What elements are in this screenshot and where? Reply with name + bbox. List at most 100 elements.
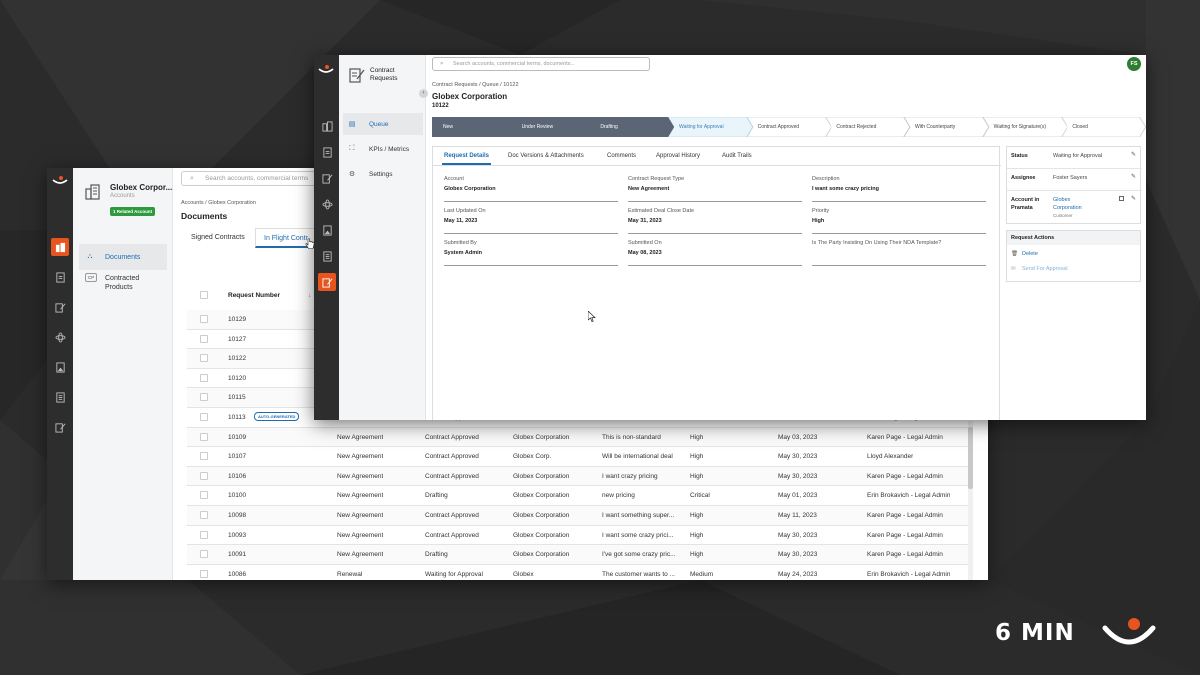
- row-checkbox[interactable]: [200, 550, 208, 559]
- row-checkbox[interactable]: [200, 452, 208, 461]
- cell-status: Drafting: [425, 492, 448, 500]
- row-checkbox[interactable]: [200, 393, 208, 402]
- cell-request-number: 10107: [228, 453, 247, 461]
- sidebar-item-kpis[interactable]: ⛶ KPIs / Metrics: [343, 138, 423, 160]
- accounts-nav-icon[interactable]: [51, 238, 69, 256]
- row-checkbox[interactable]: [200, 373, 208, 382]
- cell-status: Drafting: [425, 551, 448, 559]
- table-scrollbar[interactable]: [968, 421, 973, 580]
- sidebar-item-contracted-products[interactable]: CP Contracted Products: [79, 272, 167, 298]
- row-checkbox[interactable]: [200, 334, 208, 343]
- cell-status: Contract Approved: [425, 512, 479, 519]
- collapse-sidebar-button[interactable]: ‹: [419, 89, 428, 98]
- cell-owner: Karen Page - Legal Admin: [867, 551, 943, 559]
- step-under-review: Under Review: [510, 117, 596, 137]
- tab-audit-trails[interactable]: Audit Trails: [722, 147, 752, 165]
- contract-request-window: Contract Requests ▤ Queue ⛶ KPIs / Metri…: [314, 55, 1146, 420]
- sidebar-item-documents[interactable]: ⛬ Documents: [79, 244, 167, 270]
- row-checkbox[interactable]: [200, 432, 208, 441]
- status-stepper: New Under Review Drafting Waiting for Appro…: [432, 117, 1146, 137]
- step-label: Closed: [1072, 124, 1088, 130]
- table-row[interactable]: 10091 New Agreement Drafting Globex Corpora…: [187, 545, 972, 565]
- row-checkbox[interactable]: [200, 315, 208, 323]
- cell-account: Globex Corporation: [513, 551, 570, 559]
- sidebar-item-settings[interactable]: ⚙ Settings: [343, 163, 423, 185]
- send-for-approval-button[interactable]: ✉ Send For Approval: [1011, 266, 1068, 272]
- row-checkbox[interactable]: [200, 569, 208, 578]
- sidebar-item-queue[interactable]: ▤ Queue: [343, 113, 423, 135]
- atom-nav-icon[interactable]: [318, 195, 336, 213]
- tab-doc-versions[interactable]: Doc Versions & Attachments: [508, 147, 584, 165]
- cell-date: May 30, 2023: [778, 551, 818, 559]
- hand-cursor-icon: [305, 238, 315, 249]
- trash-icon: 🗑: [1011, 251, 1018, 257]
- cell-account: Globex Corporation: [513, 492, 570, 500]
- sidebar-item-label: Documents: [105, 253, 141, 261]
- cell-desc: I've got some crazy pric...: [602, 551, 676, 559]
- table-row[interactable]: 10086 Renewal Waiting for Approval Globex Th…: [187, 565, 972, 580]
- image-nav-icon[interactable]: [51, 358, 69, 376]
- row-checkbox[interactable]: [200, 491, 208, 500]
- external-link-icon[interactable]: [1119, 196, 1124, 201]
- delete-button[interactable]: 🗑 Delete: [1011, 251, 1038, 257]
- row-checkbox[interactable]: [200, 354, 208, 363]
- contract-nav-icon[interactable]: [318, 273, 336, 291]
- edit-document-nav-icon[interactable]: [318, 169, 336, 187]
- tab-signed-contracts[interactable]: Signed Contracts: [191, 228, 245, 248]
- table-row[interactable]: 10107 New Agreement Contract Approved Globe…: [187, 447, 972, 467]
- table-row[interactable]: 10106 New Agreement Contract Approved Globe…: [187, 466, 972, 487]
- cell-priority: Medium: [690, 570, 714, 578]
- accounts-nav-icon[interactable]: [318, 117, 336, 135]
- row-checkbox[interactable]: [200, 511, 208, 519]
- hierarchy-icon: ⛬: [87, 253, 93, 260]
- column-header-request-number[interactable]: Request Number: [228, 292, 280, 299]
- step-label: Waiting for Approval: [679, 124, 724, 130]
- image-nav-icon[interactable]: [318, 221, 336, 239]
- edit-document-nav-icon[interactable]: [51, 298, 69, 316]
- edit-icon[interactable]: ✎: [1131, 173, 1136, 180]
- row-checkbox[interactable]: [200, 413, 208, 421]
- related-account-badge[interactable]: 1 Related Account: [110, 207, 156, 216]
- tab-comments[interactable]: Comments: [607, 147, 636, 165]
- table-row[interactable]: 10109 New Agreement Contract Approved Globe…: [187, 427, 972, 448]
- row-checkbox[interactable]: [200, 471, 208, 480]
- file-nav-icon[interactable]: [51, 388, 69, 406]
- table-row[interactable]: 10098 New Agreement Contract Approved Globe…: [187, 506, 972, 526]
- account-link[interactable]: Globex Corporation: [1053, 197, 1082, 211]
- document-nav-icon[interactable]: [318, 143, 336, 161]
- cell-status: Contract Approved: [425, 472, 479, 480]
- sort-icon[interactable]: ↓: [308, 292, 311, 299]
- edit-icon[interactable]: ✎: [1131, 151, 1136, 158]
- request-main: ⌕ Search accounts, commercial terms, doc…: [426, 55, 1146, 420]
- table-row[interactable]: 10100 New Agreement Drafting Globex Corpora…: [187, 486, 972, 506]
- file-nav-icon[interactable]: [318, 247, 336, 265]
- cell-owner: Karen Page - Legal Admin: [867, 472, 943, 480]
- tab-request-details[interactable]: Request Details: [442, 147, 492, 165]
- auto-generated-badge: AUTO-GENERATED: [254, 412, 300, 421]
- status-value: Waiting for Approval: [1053, 153, 1103, 159]
- brand-logo-icon: [52, 176, 68, 184]
- cell-desc: I want something super...: [602, 512, 675, 519]
- table-row[interactable]: 10093 New Agreement Contract Approved Globe…: [187, 526, 972, 546]
- cell-date: May 03, 2023: [778, 433, 818, 441]
- status-row: Status Waiting for Approval ✎: [1007, 147, 1142, 169]
- request-number: 10122: [432, 103, 449, 109]
- tab-approval-history[interactable]: Approval History: [656, 147, 700, 165]
- cell-date: May 01, 2023: [778, 492, 818, 500]
- row-checkbox[interactable]: [200, 530, 208, 539]
- search-input[interactable]: ⌕ Search accounts, commercial terms: [181, 171, 321, 186]
- select-all-checkbox[interactable]: [200, 291, 208, 299]
- atom-nav-icon[interactable]: [51, 328, 69, 346]
- cell-owner: Karen Page - Legal Admin: [867, 433, 943, 441]
- account-subtype: Customer: [1053, 213, 1073, 218]
- contract-icon: [349, 68, 365, 83]
- edit-icon[interactable]: ✎: [1131, 195, 1136, 202]
- search-input[interactable]: ⌕ Search accounts, commercial terms, doc…: [432, 57, 650, 71]
- duration-label: 6 MIN: [995, 620, 1075, 646]
- cell-priority: High: [690, 531, 704, 539]
- request-details-card: Request Details Doc Versions & Attachmen…: [432, 146, 1001, 420]
- field-submitted-by: Submitted By System Admin: [444, 240, 618, 266]
- avatar[interactable]: FS: [1127, 57, 1141, 71]
- contract-nav-icon[interactable]: [51, 418, 69, 436]
- document-nav-icon[interactable]: [51, 268, 69, 286]
